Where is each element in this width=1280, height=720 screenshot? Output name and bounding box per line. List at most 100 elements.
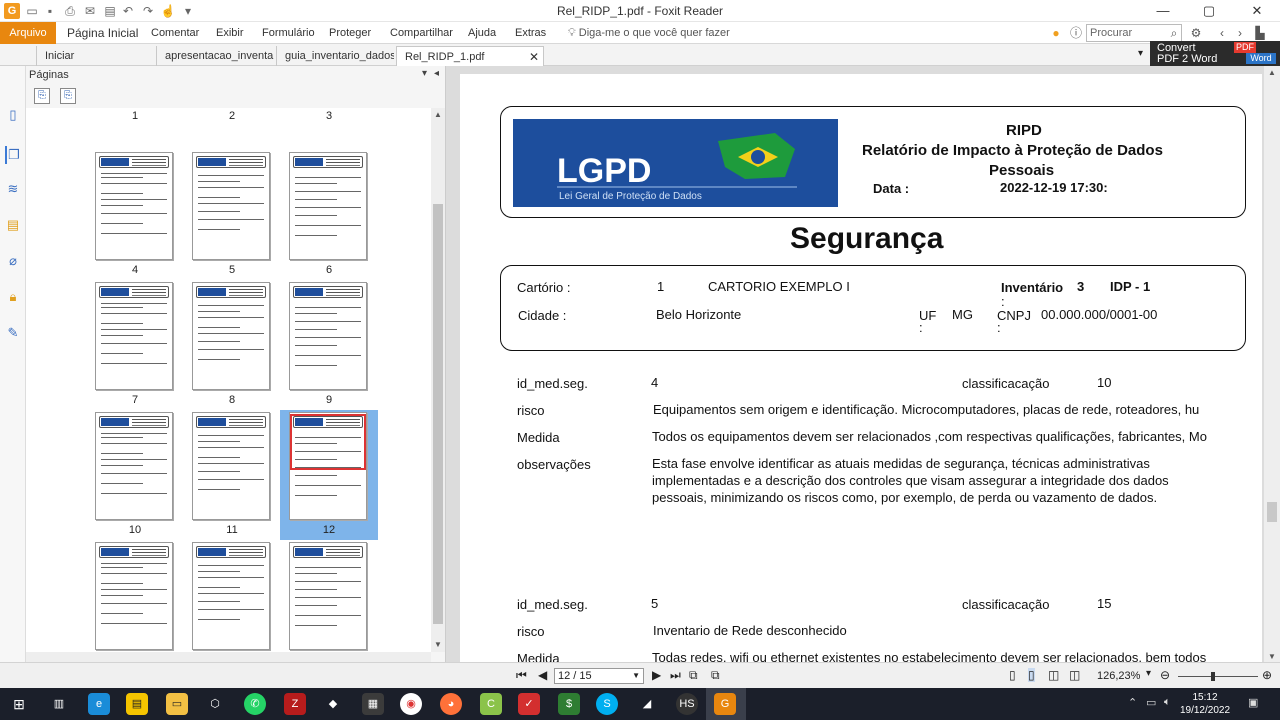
tell-me-box[interactable]: 💡︎ Diga-me o que você quer fazer: [568, 22, 730, 44]
tab-compartilhar[interactable]: Compartilhar: [390, 22, 453, 44]
foxit-taskbar-icon[interactable]: G: [714, 693, 736, 715]
money-app-icon[interactable]: $: [558, 693, 580, 715]
tab-proteger[interactable]: Proteger: [329, 22, 371, 44]
feedback-icon[interactable]: ●: [1048, 25, 1064, 41]
tab-iniciar[interactable]: Iniciar: [36, 46, 154, 66]
forward-icon[interactable]: ›: [1232, 25, 1248, 41]
tray-expand-icon[interactable]: ⌃: [1128, 696, 1137, 709]
tab-apresentacao[interactable]: apresentacao_inventa...: [156, 46, 274, 66]
scroll-up-icon[interactable]: ▲: [431, 110, 445, 119]
visible-area-frame[interactable]: [290, 414, 366, 470]
zoom-out-icon[interactable]: ⊖: [1160, 668, 1170, 682]
utility-icon[interactable]: ◢: [636, 693, 658, 715]
search-icon[interactable]: ⌕: [1166, 25, 1182, 41]
scroll-thumb[interactable]: [1267, 502, 1277, 522]
page-thumbnail[interactable]: [183, 540, 281, 652]
continuous-facing-icon[interactable]: ◫: [1069, 668, 1080, 682]
tab-formulario[interactable]: Formulário: [262, 22, 315, 44]
chevron-down-icon[interactable]: ▼: [632, 669, 640, 683]
file-menu-tab[interactable]: Arquivo: [0, 22, 56, 44]
pages-icon[interactable]: ❐: [5, 146, 21, 164]
scroll-up-icon[interactable]: ▲: [1264, 68, 1280, 77]
thumbnail-size-icon[interactable]: ⎘: [60, 88, 76, 104]
page-number-input[interactable]: 12 / 15 ▼: [554, 668, 644, 684]
page-thumbnail[interactable]: 7: [86, 280, 184, 410]
page-thumbnail[interactable]: [280, 540, 378, 652]
single-page-icon[interactable]: ▯: [1009, 668, 1016, 682]
tab-list-dropdown-icon[interactable]: ▾: [1138, 48, 1143, 59]
firefox-icon[interactable]: ◕: [440, 693, 462, 715]
back-icon[interactable]: ‹: [1214, 25, 1230, 41]
page-thumbnail[interactable]: 11: [183, 410, 281, 540]
zoom-slider-knob[interactable]: [1211, 672, 1215, 681]
zoom-slider[interactable]: [1178, 676, 1258, 677]
next-view-icon[interactable]: ⧉: [711, 668, 720, 683]
page-thumbnail[interactable]: 1: [86, 108, 184, 126]
filezilla-icon[interactable]: Z: [284, 693, 306, 715]
account-icon[interactable]: ▙: [1252, 25, 1268, 41]
maximize-icon[interactable]: ▢: [1186, 0, 1232, 22]
facing-page-icon[interactable]: ◫: [1048, 668, 1059, 682]
last-page-icon[interactable]: ⏭: [670, 668, 681, 683]
task-view-icon[interactable]: ▥: [48, 693, 70, 715]
tab-extras[interactable]: Extras: [515, 22, 546, 44]
windows-start-icon[interactable]: ⊞: [8, 693, 30, 715]
hs-app-icon[interactable]: HS: [676, 693, 698, 715]
calculator-icon[interactable]: ▦: [362, 693, 384, 715]
next-page-icon[interactable]: ▶: [652, 668, 661, 682]
tab-comentar[interactable]: Comentar: [151, 22, 199, 44]
attachment-icon[interactable]: ⌀: [5, 252, 21, 270]
signature-icon[interactable]: ✎: [5, 324, 21, 342]
tab-exibir[interactable]: Exibir: [216, 22, 244, 44]
page-thumbnail[interactable]: 9: [280, 280, 378, 410]
chrome-icon[interactable]: ◉: [400, 693, 422, 715]
volume-icon[interactable]: 🔈︎: [1164, 696, 1171, 709]
collapse-panel-icon[interactable]: ◂: [434, 68, 439, 79]
notification-icon[interactable]: ▣: [1248, 696, 1258, 709]
file-explorer-icon[interactable]: ▭: [166, 693, 188, 715]
tab-pagina-inicial[interactable]: Página Inicial: [67, 22, 138, 44]
horizontal-scrollbar[interactable]: [26, 652, 431, 662]
page-thumbnail[interactable]: 5: [183, 150, 281, 280]
page-thumbnail[interactable]: 3: [280, 108, 378, 126]
thumbnail-scrollbar[interactable]: ▲ ▼: [431, 108, 445, 652]
tab-rel-ridp[interactable]: Rel_RIDP_1.pdf ✕: [396, 46, 544, 66]
panel-options-icon[interactable]: ▾: [422, 68, 427, 79]
close-window-icon[interactable]: ✕: [1234, 0, 1280, 22]
minimize-icon[interactable]: —: [1140, 0, 1186, 22]
page-thumbnail[interactable]: 8: [183, 280, 281, 410]
previous-view-icon[interactable]: ⧉: [689, 668, 698, 683]
page-thumbnail[interactable]: 2: [183, 108, 281, 126]
comments-icon[interactable]: ▤: [5, 216, 21, 234]
zoom-in-icon[interactable]: ⊕: [1262, 668, 1272, 682]
settings-gear-icon[interactable]: ⚙: [1188, 25, 1204, 41]
page-options-icon[interactable]: ⎘: [34, 88, 50, 104]
zoom-level[interactable]: 126,23%: [1097, 670, 1140, 682]
page-thumbnail[interactable]: 10: [86, 410, 184, 540]
layers-icon[interactable]: ≋: [5, 180, 21, 198]
page-thumbnail[interactable]: 12: [280, 410, 378, 540]
page-thumbnail[interactable]: [86, 540, 184, 652]
page-thumbnail[interactable]: 6: [280, 150, 378, 280]
network-icon[interactable]: ▭: [1146, 696, 1156, 709]
tab-guia-inventario[interactable]: guia_inventario_dados...: [276, 46, 394, 66]
package-icon[interactable]: ◆: [322, 693, 344, 715]
security-lock-icon[interactable]: 🔒︎: [5, 288, 21, 306]
sticky-notes-icon[interactable]: ▤: [126, 693, 148, 715]
previous-page-icon[interactable]: ◀: [538, 668, 547, 682]
close-tab-icon[interactable]: ✕: [529, 47, 539, 66]
document-view[interactable]: LGPD Lei Geral de Proteção de Dados RIPD…: [446, 66, 1264, 674]
convert-pdf-to-word-button[interactable]: Convert PDF 2 Word PDF Word: [1150, 41, 1280, 67]
skype-icon[interactable]: S: [596, 693, 618, 715]
scroll-down-icon[interactable]: ▼: [431, 640, 445, 649]
document-scrollbar[interactable]: ▲ ▼: [1264, 66, 1280, 662]
zoom-dropdown-icon[interactable]: ▾: [1146, 668, 1151, 679]
notes-app-icon[interactable]: ✓: [518, 693, 540, 715]
whatsapp-icon[interactable]: ✆: [244, 693, 266, 715]
first-page-icon[interactable]: ⏮: [516, 668, 527, 683]
bookmark-icon[interactable]: ▯: [5, 106, 21, 124]
page-thumbnail[interactable]: 4: [86, 150, 184, 280]
system-clock[interactable]: 15:12 19/12/2022: [1178, 691, 1232, 717]
camtasia-icon[interactable]: C: [480, 693, 502, 715]
tab-ajuda[interactable]: Ajuda: [468, 22, 496, 44]
